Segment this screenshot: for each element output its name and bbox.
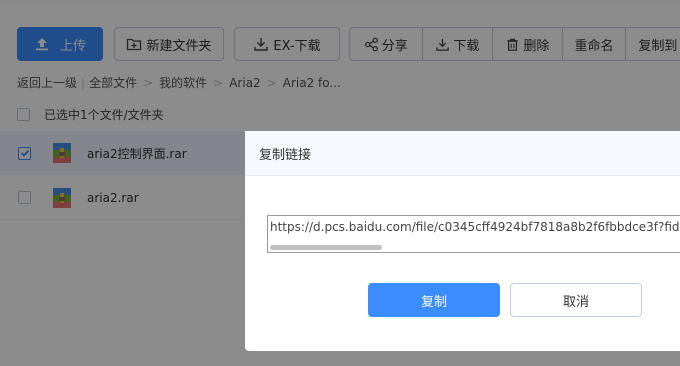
dialog-title: 复制链接 — [259, 147, 312, 163]
dialog-header: 复制链接 — [245, 131, 680, 176]
horizontal-scrollbar[interactable] — [270, 245, 382, 250]
copy-button-label: 复制 — [420, 294, 447, 310]
copy-link-dialog: 复制链接 https://d.pcs.baidu.com/file/c0345c… — [245, 131, 680, 351]
file-manager-page: 上传 新建文件夹 EX-下载 分享 下载 删除 重命名 复制到 返回上一级 | … — [0, 0, 680, 366]
link-text: https://d.pcs.baidu.com/file/c0345cff492… — [270, 220, 680, 234]
cancel-button-label: 取消 — [562, 294, 589, 310]
link-textarea[interactable]: https://d.pcs.baidu.com/file/c0345cff492… — [267, 215, 680, 253]
cancel-button[interactable]: 取消 — [510, 283, 642, 317]
copy-button[interactable]: 复制 — [368, 283, 500, 317]
